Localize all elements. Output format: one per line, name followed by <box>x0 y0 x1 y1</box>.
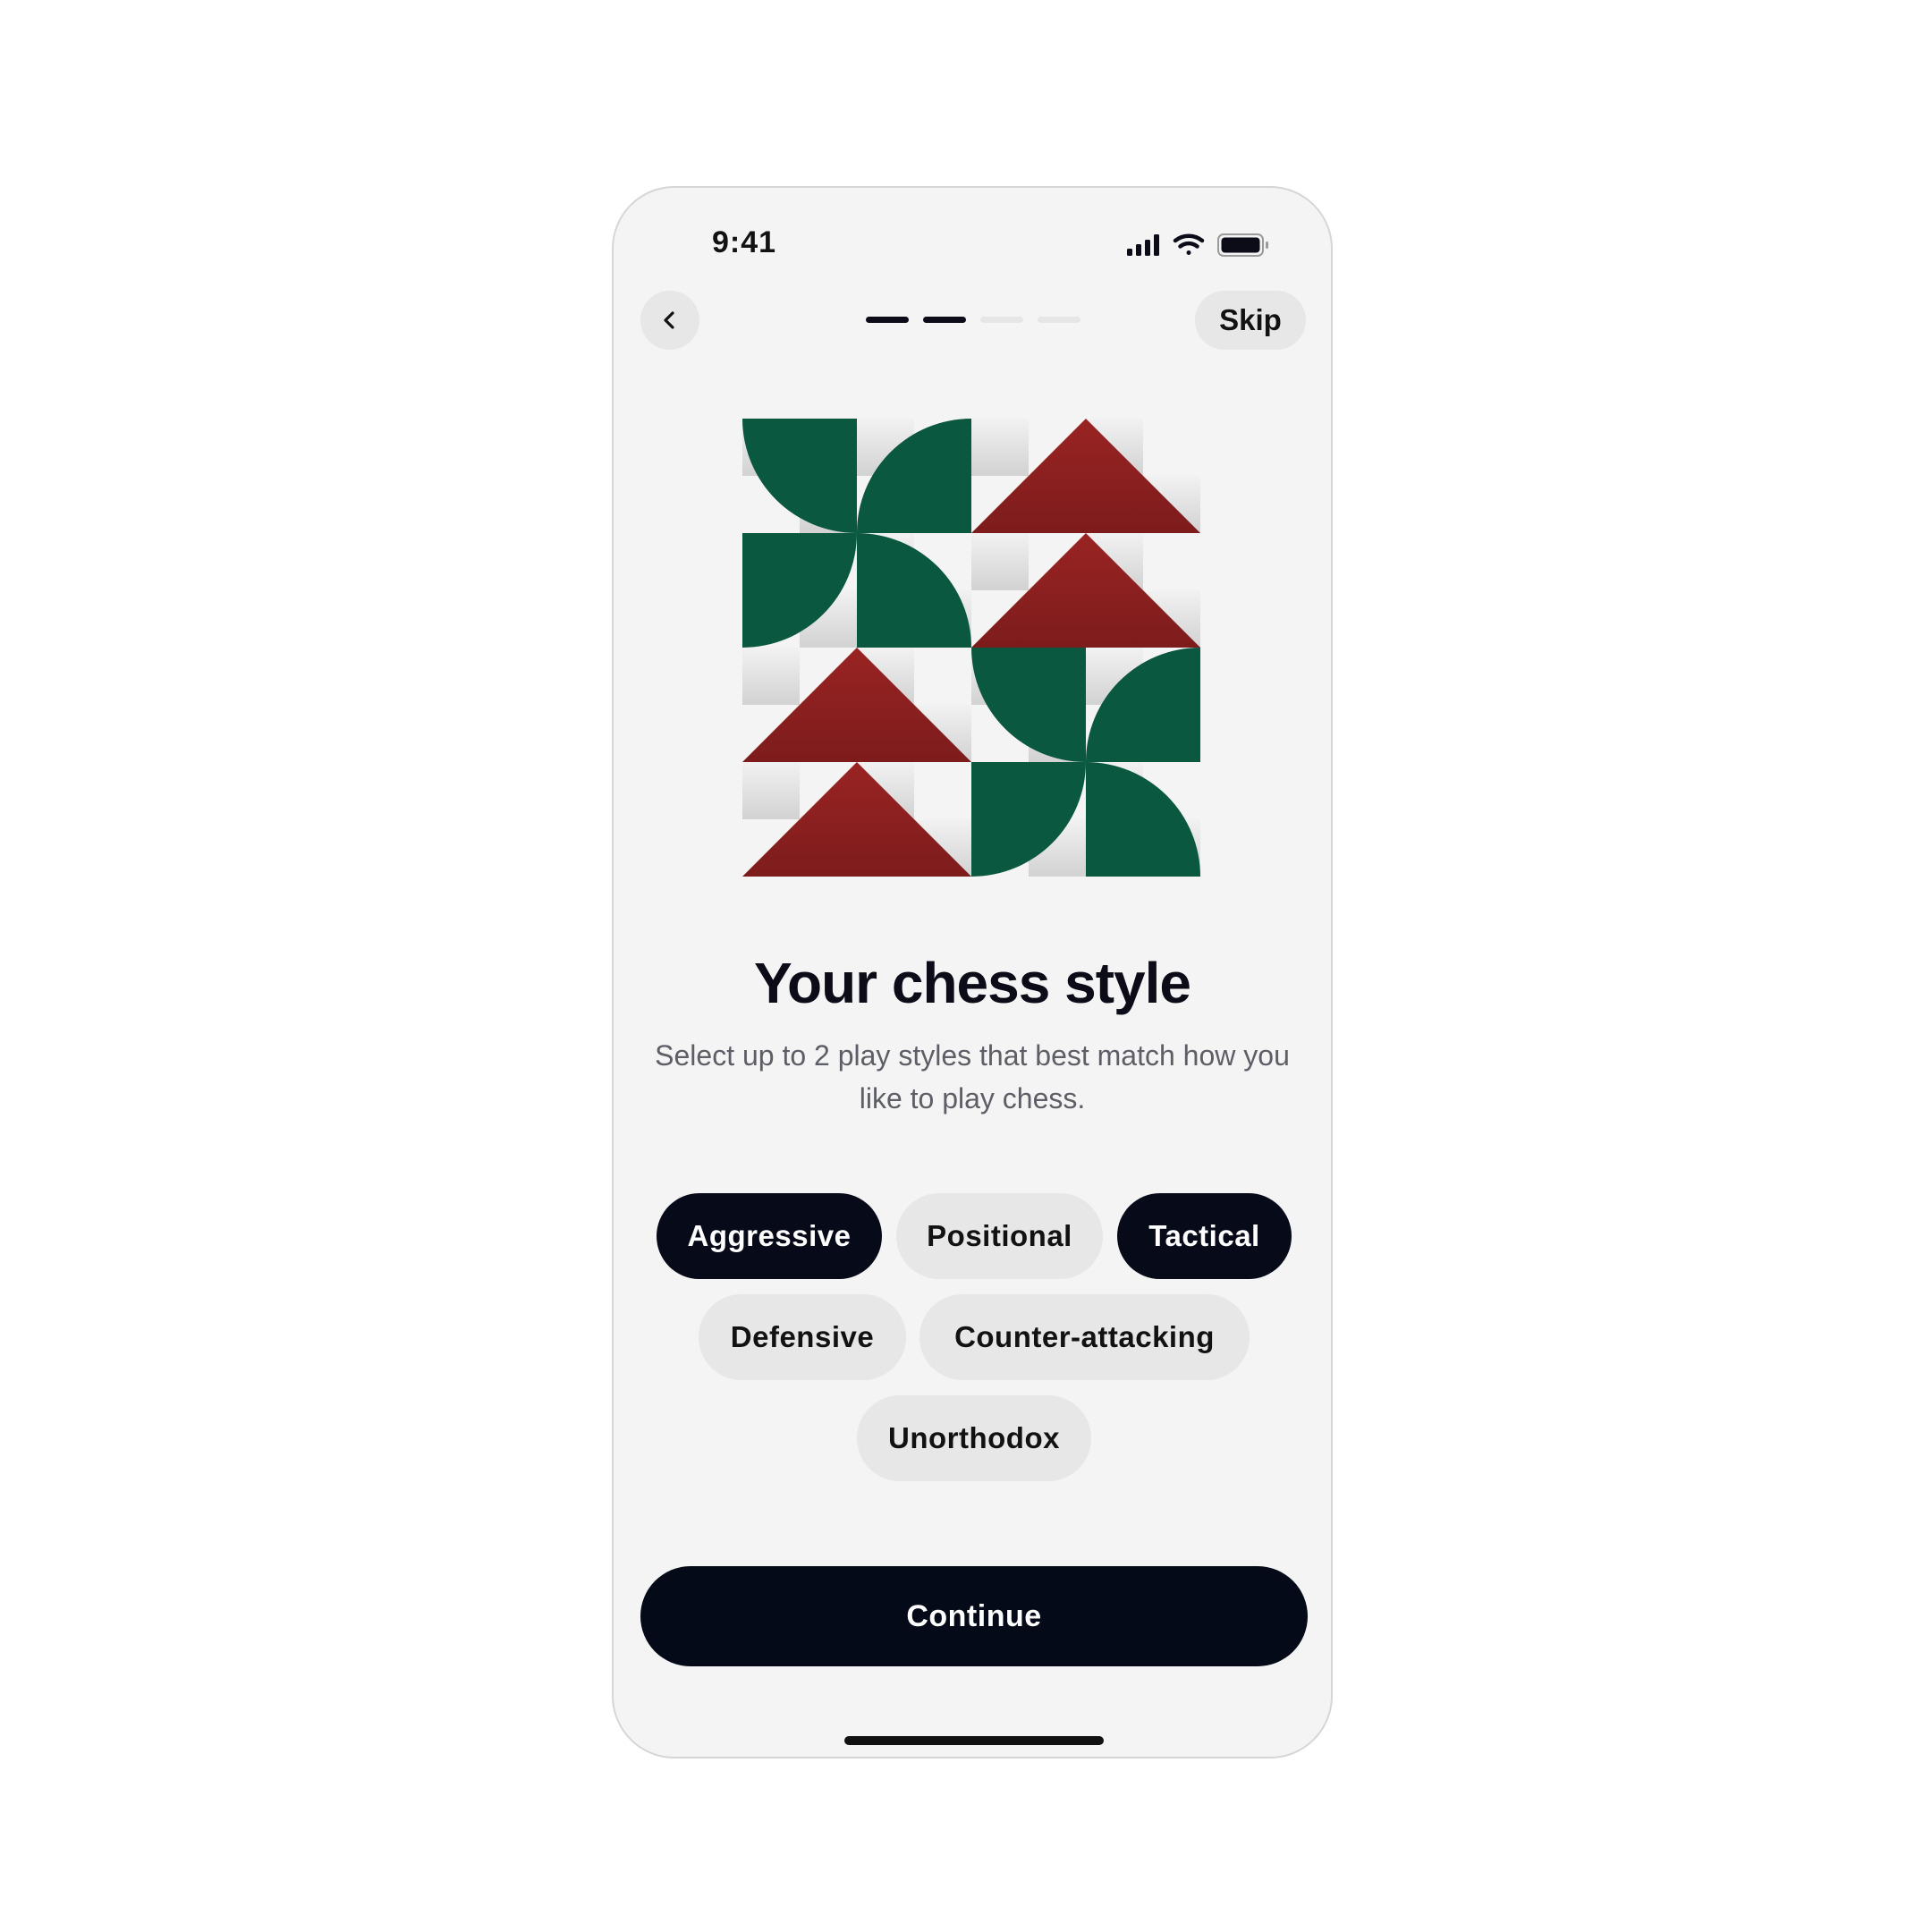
home-indicator[interactable] <box>844 1736 1104 1745</box>
green-pinwheel-top-left <box>742 419 971 648</box>
progress-step <box>923 317 966 323</box>
progress-step <box>1038 317 1080 323</box>
chevron-left-icon <box>664 311 674 329</box>
page-title: Your chess style <box>754 951 1191 1015</box>
progress-step <box>866 317 909 323</box>
green-pinwheel-bottom-right <box>971 648 1200 877</box>
page-subtitle: Select up to 2 play styles that best mat… <box>655 1039 1290 1114</box>
progress-step <box>980 317 1023 323</box>
step-progress-indicator <box>866 317 1080 323</box>
chip-positional[interactable]: Positional <box>896 1193 1103 1279</box>
status-time: 9:41 <box>712 225 777 259</box>
battery-icon <box>1217 233 1268 257</box>
hero-illustration <box>742 419 1200 877</box>
chip-tactical[interactable]: Tactical <box>1117 1193 1292 1279</box>
chip-defensive[interactable]: Defensive <box>699 1294 906 1380</box>
signal-icon <box>1127 234 1159 256</box>
wifi-icon <box>1173 233 1205 255</box>
skip-button[interactable]: Skip <box>1195 291 1306 350</box>
chip-aggressive[interactable]: Aggressive <box>657 1193 882 1279</box>
status-icons <box>1127 233 1268 257</box>
continue-button[interactable]: Continue <box>640 1566 1308 1666</box>
chip-unorthodox[interactable]: Unorthodox <box>857 1395 1091 1481</box>
phone-screen: 9:41 Skip Your chess style Select up to … <box>612 186 1333 1758</box>
chip-counter-attacking[interactable]: Counter-attacking <box>919 1294 1250 1380</box>
back-button[interactable] <box>640 291 699 350</box>
